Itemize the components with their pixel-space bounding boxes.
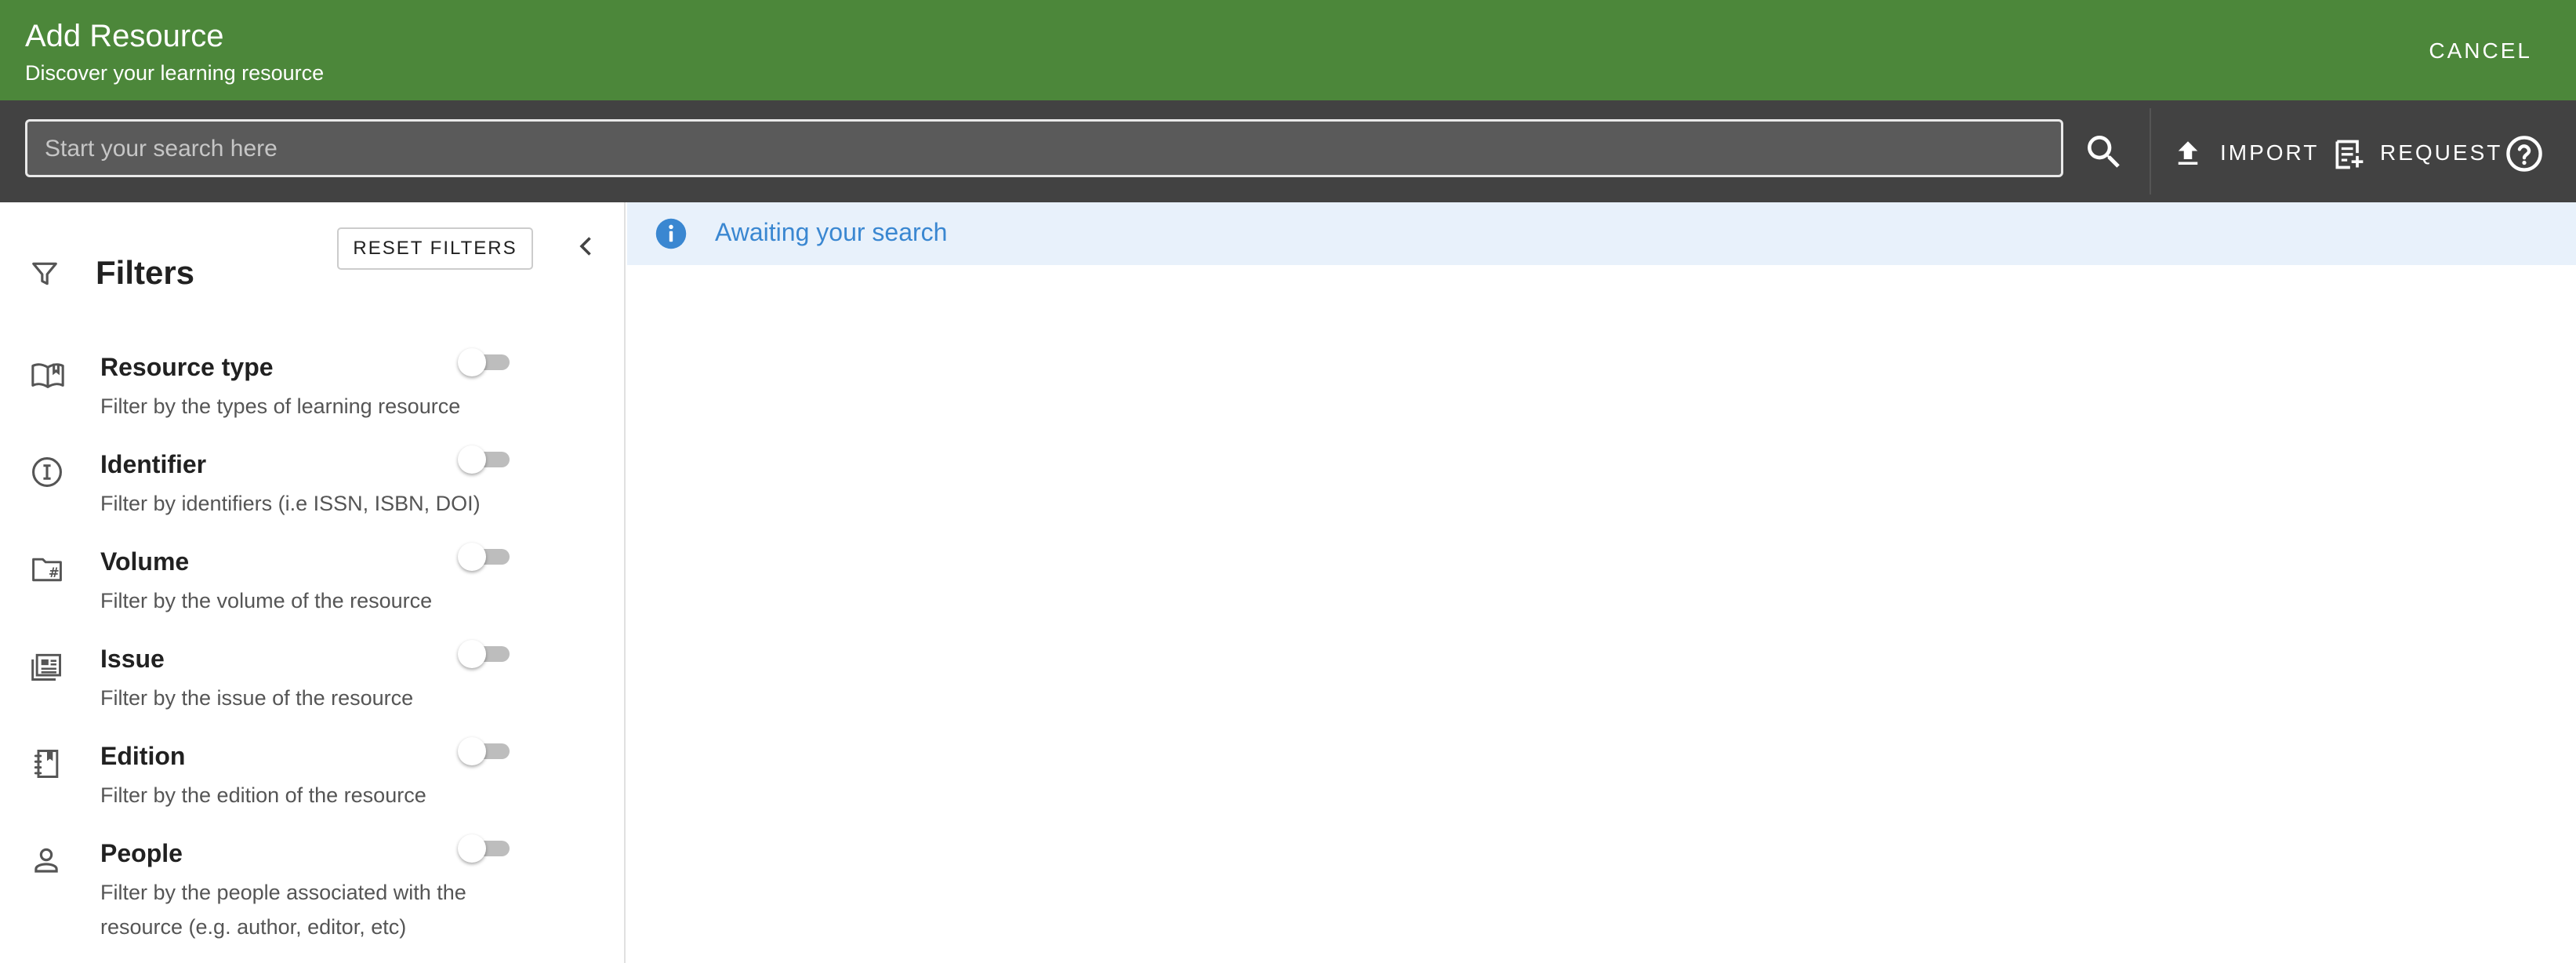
request-button[interactable]: REQUEST [2331, 133, 2500, 173]
filter-description: Filter by the issue of the resource [100, 686, 414, 710]
help-button[interactable] [2504, 133, 2545, 174]
toolbar-divider [2150, 108, 2151, 194]
filter-issue: Issue Filter by the issue of the resourc… [0, 640, 626, 729]
import-label: IMPORT [2220, 140, 2320, 165]
newspaper-icon [30, 649, 64, 688]
filter-people: People Filter by the people associated w… [0, 834, 626, 963]
page-subtitle: Discover your learning resource [25, 61, 325, 85]
app-header: Add Resource Discover your learning reso… [0, 0, 2576, 100]
filter-name: Issue [100, 645, 165, 673]
filter-name: People [100, 839, 183, 867]
search-button[interactable] [2082, 130, 2126, 174]
issue-toggle[interactable] [458, 638, 514, 670]
chevron-left-icon [579, 237, 591, 256]
volume-toggle[interactable] [458, 541, 514, 572]
filter-name: Edition [100, 742, 186, 770]
identifier-toggle[interactable] [458, 444, 514, 475]
toggle-thumb [458, 834, 486, 863]
cancel-button[interactable]: CANCEL [2421, 31, 2540, 71]
search-input[interactable] [43, 122, 2045, 176]
reset-filters-button[interactable]: RESET FILTERS [337, 227, 533, 270]
playlist-add-icon [2335, 140, 2364, 169]
filter-edition: Edition Filter by the edition of the res… [0, 737, 626, 827]
filters-sidebar: Filters RESET FILTERS Resource type Filt… [0, 202, 626, 963]
filter-resource-type: Resource type Filter by the types of lea… [0, 348, 626, 438]
identifier-icon [30, 455, 64, 493]
page-title: Add Resource [25, 19, 224, 53]
help-icon [2506, 136, 2542, 172]
toggle-thumb [458, 543, 486, 571]
filter-description: Filter by the edition of the resource [100, 783, 426, 807]
filter-name: Resource type [100, 353, 274, 381]
toggle-thumb [458, 737, 486, 765]
filter-name: Volume [100, 547, 190, 576]
search-status-banner: Awaiting your search [627, 202, 2576, 265]
filter-description: Filter by the types of learning resource [100, 394, 461, 418]
filter-description: Filter by the volume of the resource [100, 589, 433, 612]
search-icon [2088, 136, 2120, 168]
toggle-thumb [458, 348, 486, 376]
filter-identifier: Identifier Filter by identifiers (i.e IS… [0, 445, 626, 535]
filter-icon [30, 259, 60, 293]
filter-description: Filter by the people associated with the… [100, 881, 466, 939]
info-icon [654, 216, 688, 255]
status-message: Awaiting your search [715, 218, 948, 246]
svg-text:#: # [49, 565, 60, 580]
filter-description: Filter by identifiers (i.e ISSN, ISBN, D… [100, 492, 481, 515]
search-field[interactable] [25, 119, 2063, 177]
filters-heading: Filters [96, 254, 195, 291]
import-button[interactable]: IMPORT [2171, 133, 2320, 173]
notebook-icon [30, 747, 64, 785]
resource-type-toggle[interactable] [458, 347, 514, 378]
filter-name: Identifier [100, 450, 207, 478]
toggle-thumb [458, 445, 486, 474]
folder-hash-icon: # [30, 552, 64, 591]
toggle-thumb [458, 640, 486, 668]
person-icon [30, 844, 63, 881]
search-toolbar: IMPORT REQUEST [0, 100, 2576, 202]
collapse-sidebar-button[interactable] [572, 227, 600, 265]
people-toggle[interactable] [458, 833, 514, 864]
edition-toggle[interactable] [458, 736, 514, 767]
book-open-icon [30, 358, 66, 398]
filter-volume: # Volume Filter by the volume of the res… [0, 543, 626, 632]
request-label: REQUEST [2380, 140, 2503, 165]
upload-icon [2178, 141, 2198, 165]
